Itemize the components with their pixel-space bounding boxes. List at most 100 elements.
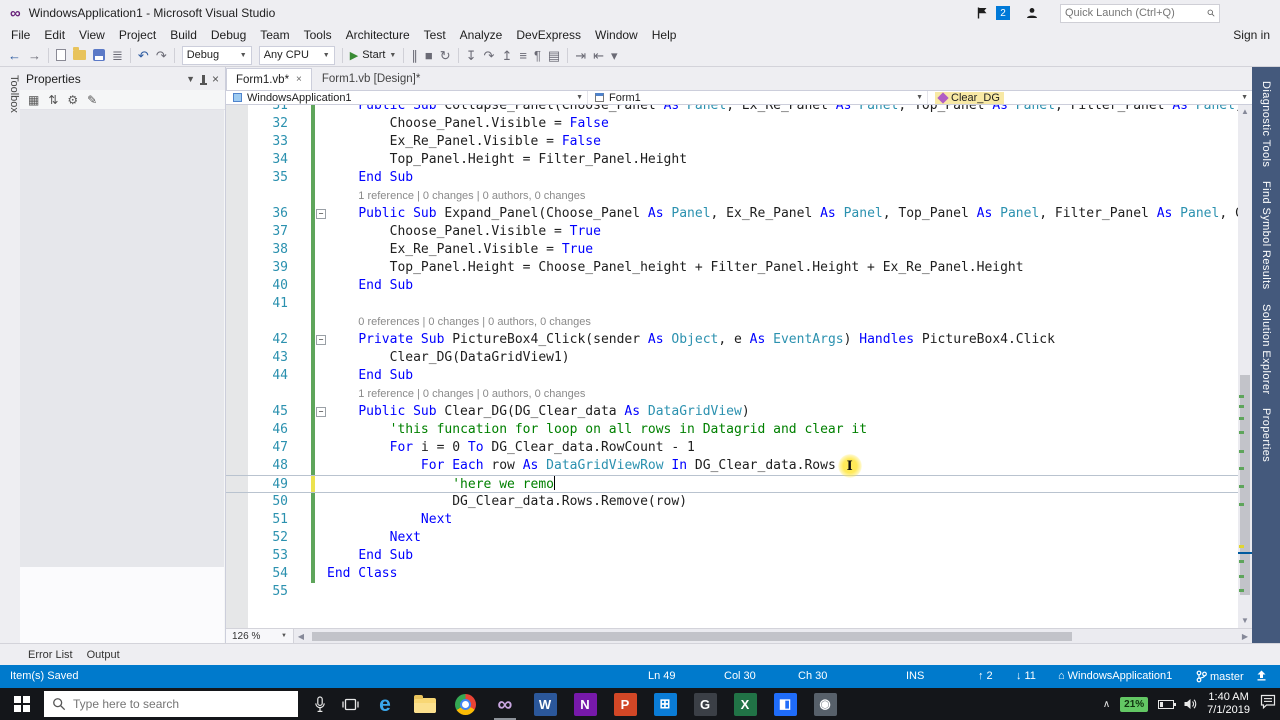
taskbar-onenote-icon[interactable]: N <box>573 688 597 720</box>
quick-launch-box[interactable] <box>1060 3 1220 23</box>
codelens-row[interactable]: 1 reference | 0 changes | 0 authors, 0 c… <box>226 187 1238 205</box>
code-row[interactable]: 43 Clear_DG(DataGridView1) <box>226 349 1238 367</box>
code-row[interactable]: 48 For Each row As DataGridViewRow In DG… <box>226 454 1238 478</box>
taskbar-microsoft-word-icon[interactable]: W <box>533 688 557 720</box>
close-icon[interactable]: × <box>212 72 219 86</box>
code-row[interactable]: 45− Public Sub Clear_DG(DG_Clear_data As… <box>226 403 1238 421</box>
scrollbar-thumb[interactable] <box>312 632 1072 641</box>
code-row[interactable]: 38 Ex_Re_Panel.Visible = True <box>226 241 1238 259</box>
menu-architecture[interactable]: Architecture <box>339 27 417 43</box>
property-pages-icon[interactable]: ⚙ <box>67 93 78 107</box>
zoom-dropdown[interactable]: 126 % ▼ <box>226 629 294 643</box>
code-row[interactable]: 32 Choose_Panel.Visible = False <box>226 115 1238 133</box>
outdent-icon[interactable]: ⇤ <box>593 49 604 62</box>
cortana-mic-icon[interactable] <box>314 695 326 713</box>
step-over-icon[interactable]: ↷ <box>484 49 495 62</box>
close-icon[interactable]: × <box>296 74 302 85</box>
code-row[interactable]: 35 End Sub <box>226 169 1238 187</box>
tab-output[interactable]: Output <box>87 649 120 661</box>
code-row[interactable]: 50 DG_Clear_data.Rows.Remove(row) <box>226 493 1238 511</box>
taskbar-camera-icon[interactable]: ◉ <box>813 688 837 720</box>
taskbar-github-desktop-icon[interactable]: G <box>693 688 717 720</box>
open-file-icon[interactable] <box>73 47 86 60</box>
taskbar-file-explorer-icon[interactable] <box>413 688 437 720</box>
dock-tab-solution-explorer[interactable]: Solution Explorer <box>1260 304 1272 395</box>
code-row[interactable]: 52 Next <box>226 529 1238 547</box>
dock-tab-toolbox[interactable]: Toolbox <box>0 75 20 113</box>
pin-icon[interactable] <box>199 74 207 85</box>
solution-platforms-dropdown[interactable]: Any CPU ▼ <box>258 45 335 65</box>
codelens-row[interactable]: 0 references | 0 changes | 0 authors, 0 … <box>226 313 1238 331</box>
taskbar-powerpoint-icon[interactable]: P <box>613 688 637 720</box>
scroll-up-icon[interactable]: ▲ <box>1238 105 1252 119</box>
start-button[interactable] <box>0 688 44 720</box>
menu-edit[interactable]: Edit <box>37 27 72 43</box>
window-menu-icon[interactable]: ▼ <box>186 74 195 84</box>
break-all-icon[interactable]: ∥ <box>411 49 418 62</box>
quick-launch-input[interactable] <box>1065 7 1207 19</box>
codelens-row[interactable]: 1 reference | 0 changes | 0 authors, 0 c… <box>226 385 1238 403</box>
menu-window[interactable]: Window <box>588 27 645 43</box>
scroll-down-icon[interactable]: ▼ <box>1238 614 1252 628</box>
undo-icon[interactable]: ↶ <box>138 49 149 62</box>
battery-percent-badge[interactable]: 21% <box>1120 696 1149 712</box>
notifications-flag-icon[interactable] <box>977 7 988 19</box>
comment-icon[interactable]: ¶ <box>534 49 541 62</box>
menu-project[interactable]: Project <box>112 27 163 43</box>
code-row[interactable]: 41 <box>226 295 1238 313</box>
restart-icon[interactable]: ↻ <box>440 49 451 62</box>
commits-behind[interactable]: ↓ 11 <box>1016 670 1036 682</box>
taskbar-clock[interactable]: 1:40 AM 7/1/2019 <box>1207 691 1250 717</box>
battery-icon[interactable] <box>1158 699 1177 709</box>
code-row[interactable]: 46 'this funcation for loop on all rows … <box>226 421 1238 439</box>
taskbar-microsoft-edge-icon[interactable]: e <box>373 688 397 720</box>
branch-button[interactable]: master <box>1196 670 1244 683</box>
type-dropdown[interactable]: Form1 ▼ <box>588 91 928 104</box>
taskbar-google-chrome-icon[interactable] <box>453 688 477 720</box>
vertical-scrollbar[interactable]: ▲ ▼ <box>1238 105 1252 628</box>
sign-in-button[interactable]: Sign in <box>1233 28 1270 42</box>
tab-form1-vb[interactable]: Form1.vb* × <box>226 68 312 90</box>
code-row[interactable]: 42− Private Sub PictureBox4_Click(sender… <box>226 331 1238 349</box>
menu-devexpress[interactable]: DevExpress <box>509 27 588 43</box>
taskbar-search-box[interactable] <box>44 691 298 717</box>
code-row[interactable]: 31 Public Sub Collapse_Panel(Choose_Pane… <box>226 105 1238 115</box>
task-view-icon[interactable] <box>342 697 359 712</box>
code-row[interactable]: 55 <box>226 583 1238 601</box>
redo-icon[interactable]: ↷ <box>156 49 167 62</box>
navigate-back-icon[interactable]: ← <box>8 49 21 62</box>
dock-tab-diagnostic-tools[interactable]: Diagnostic Tools <box>1260 81 1272 167</box>
notification-count-badge[interactable]: 2 <box>996 6 1010 20</box>
alphabetical-icon[interactable]: ⇅ <box>48 93 58 107</box>
save-icon[interactable] <box>93 49 105 61</box>
navigate-forward-icon[interactable]: → <box>28 49 41 62</box>
solution-configurations-dropdown[interactable]: Debug ▼ <box>181 45 252 65</box>
code-row[interactable]: 34 Top_Panel.Height = Filter_Panel.Heigh… <box>226 151 1238 169</box>
bookmark-icon[interactable]: ▤ <box>548 49 560 62</box>
menu-test[interactable]: Test <box>417 27 453 43</box>
taskbar-excel-icon[interactable]: X <box>733 688 757 720</box>
feedback-icon[interactable] <box>1026 7 1038 19</box>
collapse-region-icon[interactable]: − <box>316 209 326 219</box>
code-row[interactable]: 47 For i = 0 To DG_Clear_data.RowCount -… <box>226 439 1238 457</box>
step-out-icon[interactable]: ↥ <box>501 49 512 62</box>
code-row[interactable]: 36− Public Sub Expand_Panel(Choose_Panel… <box>226 205 1238 223</box>
menu-tools[interactable]: Tools <box>297 27 339 43</box>
taskbar-visual-studio-icon[interactable]: ∞ <box>493 688 517 720</box>
menu-team[interactable]: Team <box>253 27 296 43</box>
code-row[interactable]: 37 Choose_Panel.Visible = True <box>226 223 1238 241</box>
project-dropdown[interactable]: WindowsApplication1 ▼ <box>226 91 588 104</box>
scroll-right-icon[interactable]: ▶ <box>1238 629 1252 643</box>
menu-view[interactable]: View <box>72 27 112 43</box>
action-center-icon[interactable] <box>1260 694 1276 714</box>
save-all-icon[interactable]: ≣ <box>112 49 123 62</box>
categorized-icon[interactable]: ▦ <box>28 93 39 107</box>
scroll-left-icon[interactable]: ◀ <box>294 629 308 643</box>
dock-tab-properties[interactable]: Properties <box>1260 408 1272 462</box>
find-in-files-icon[interactable]: ≡ <box>519 49 527 62</box>
properties-panel-header[interactable]: Properties ▼ × <box>20 67 225 90</box>
toolbar-options-icon[interactable]: ▾ <box>611 49 618 62</box>
step-into-icon[interactable]: ↧ <box>466 49 477 62</box>
events-icon[interactable]: ✎ <box>87 93 97 107</box>
taskbar-microsoft-store-icon[interactable]: ⊞ <box>653 688 677 720</box>
